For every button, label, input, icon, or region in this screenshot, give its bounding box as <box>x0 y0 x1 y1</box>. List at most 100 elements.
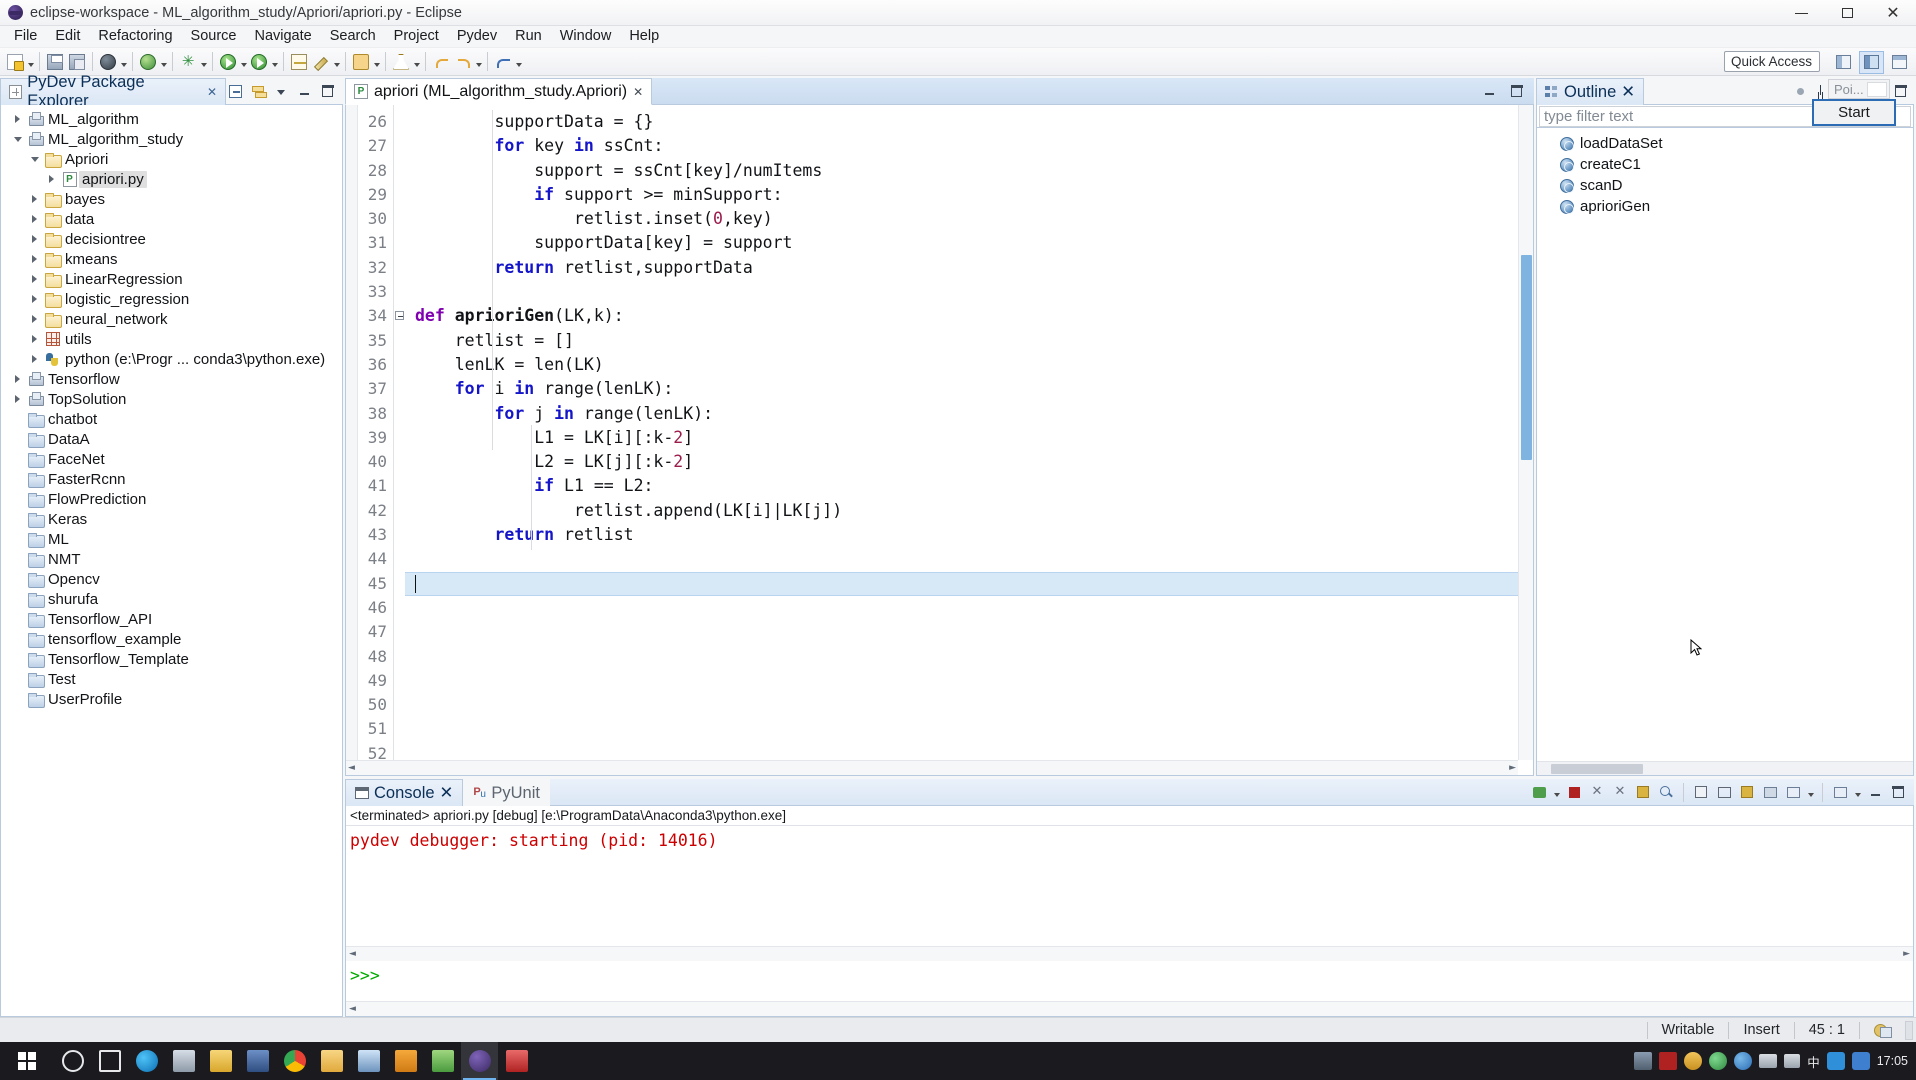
expand-arrow-icon[interactable] <box>9 389 26 409</box>
tree-item-ml_algorithm[interactable]: ML_algorithm <box>1 109 342 129</box>
scroll-left-icon[interactable]: ◄ <box>349 1004 356 1014</box>
close-icon[interactable]: ✕ <box>440 783 454 803</box>
expand-arrow-icon[interactable] <box>26 209 43 229</box>
run-button[interactable] <box>217 51 239 73</box>
run-external-button[interactable] <box>248 51 270 73</box>
find-console-button[interactable] <box>1656 782 1676 802</box>
code-text-area[interactable]: supportData = {} for key in ssCnt: suppo… <box>405 105 1533 775</box>
expand-arrow-icon[interactable] <box>26 289 43 309</box>
tree-item-bayes[interactable]: bayes <box>1 189 342 209</box>
editor-minimize-button[interactable] <box>1480 82 1499 101</box>
tree-item-python-e-progr-conda3-python-exe[interactable]: python (e:\Progr ... conda3\python.exe) <box>1 349 342 369</box>
tree-item-decisiontree[interactable]: decisiontree <box>1 229 342 249</box>
console-play-button[interactable] <box>1529 782 1549 802</box>
console-scroll-bottom[interactable]: ◄ <box>346 1001 1913 1016</box>
editor-canvas[interactable]: 26 27 28 29 30 31 32 33 34 35 36 37 38 39 40 41 42 43 44 45… <box>345 105 1534 776</box>
code-folding-ruler[interactable] <box>394 105 405 775</box>
source-code[interactable]: supportData = {} for key in ssCnt: suppo… <box>405 110 1533 766</box>
link-with-editor-button[interactable] <box>249 82 268 101</box>
undo-dropdown[interactable] <box>514 51 523 73</box>
ime-indicator[interactable]: 中 <box>1807 1052 1820 1071</box>
editor-annotation-gutter[interactable] <box>346 105 358 775</box>
taskbar-explorer[interactable] <box>313 1042 350 1080</box>
explorer-tree[interactable]: ML_algorithm ML_algorithm_study Apriori apr… <box>0 105 343 1017</box>
run-pyunit-button[interactable] <box>390 51 412 73</box>
outline-maximize-button[interactable] <box>1891 82 1910 101</box>
filter-toggle-button[interactable] <box>1791 82 1810 101</box>
expand-arrow-icon[interactable] <box>26 309 43 329</box>
expand-arrow-icon[interactable] <box>9 369 26 389</box>
new-console-dropdown[interactable] <box>1853 781 1862 803</box>
pydev-package-dropdown[interactable] <box>199 51 208 73</box>
close-icon[interactable]: ✕ <box>1621 82 1635 102</box>
taskbar-chrome[interactable] <box>276 1042 313 1080</box>
tray-icon[interactable] <box>1734 1052 1753 1070</box>
remove-all-button[interactable]: ✕ <box>1610 782 1630 802</box>
save-all-button[interactable] <box>66 51 88 73</box>
console-output-panel[interactable]: <terminated> apriori.py [debug] [e:\Prog… <box>345 806 1914 1017</box>
taskbar-app-5[interactable] <box>424 1042 461 1080</box>
code-analysis-dropdown[interactable] <box>332 51 341 73</box>
undo-button[interactable] <box>492 51 514 73</box>
tree-item-tensorflow_template[interactable]: Tensorflow_Template <box>1 649 342 669</box>
tree-item-tensorflow[interactable]: Tensorflow <box>1 369 342 389</box>
explorer-minimize-button[interactable] <box>295 82 314 101</box>
taskbar-app-1[interactable] <box>165 1042 202 1080</box>
open-console-button[interactable] <box>1783 782 1803 802</box>
tree-item-kmeans[interactable]: kmeans <box>1 249 342 269</box>
scrollbar-thumb[interactable] <box>1551 764 1643 774</box>
collapse-arrow-icon[interactable] <box>9 129 26 149</box>
close-icon[interactable]: ✕ <box>207 85 217 99</box>
expand-arrow-icon[interactable] <box>26 269 43 289</box>
menu-help[interactable]: Help <box>620 26 668 47</box>
expand-arrow-icon[interactable] <box>26 249 43 269</box>
collapse-all-button[interactable] <box>226 82 245 101</box>
forward-button[interactable] <box>452 51 474 73</box>
tray-icon[interactable] <box>1634 1052 1653 1070</box>
new-console-view-button[interactable] <box>1830 782 1850 802</box>
outline-item-createc1[interactable]: createC1 <box>1537 154 1913 175</box>
tray-icon[interactable] <box>1684 1052 1703 1070</box>
network-icon[interactable] <box>1759 1054 1778 1068</box>
run-pyunit-dropdown[interactable] <box>412 51 421 73</box>
taskbar-app-6[interactable] <box>498 1042 535 1080</box>
coverage-button[interactable] <box>288 51 310 73</box>
tree-item-apriori[interactable]: Apriori <box>1 149 342 169</box>
remove-launch-button[interactable]: ✕ <box>1587 782 1607 802</box>
save-button[interactable] <box>44 51 66 73</box>
display-selected-console-button[interactable] <box>1760 782 1780 802</box>
perspective-debug-button[interactable] <box>1887 51 1912 74</box>
editor-maximize-button[interactable] <box>1507 82 1526 101</box>
new-wizard-button[interactable] <box>4 51 26 73</box>
scroll-left-icon[interactable]: ◄ <box>348 763 355 773</box>
tree-item-utils[interactable]: utils <box>1 329 342 349</box>
terminate-button[interactable] <box>1564 782 1584 802</box>
nav-dropdown[interactable] <box>474 51 483 73</box>
tree-item-topsolution[interactable]: TopSolution <box>1 389 342 409</box>
debug-button[interactable] <box>97 51 119 73</box>
code-analysis-button[interactable] <box>310 51 332 73</box>
menu-window[interactable]: Window <box>551 26 621 47</box>
taskbar-app-3[interactable] <box>350 1042 387 1080</box>
tab-pydev-package-explorer[interactable]: PyDev Package Explorer ✕ <box>0 73 226 110</box>
tree-item-shurufa[interactable]: shurufa <box>1 589 342 609</box>
console-play-dropdown[interactable] <box>1552 781 1561 803</box>
close-button[interactable]: ✕ <box>1870 0 1916 26</box>
perspective-java-button[interactable] <box>1831 51 1856 74</box>
fold-collapse-icon[interactable] <box>395 311 404 321</box>
expand-arrow-icon[interactable] <box>26 189 43 209</box>
console-maximize-button[interactable] <box>1888 782 1908 802</box>
pydev-package-button[interactable]: ✳ <box>177 51 199 73</box>
tree-item-test[interactable]: Test <box>1 669 342 689</box>
console-prompt-area[interactable]: >>> <box>346 961 1913 1001</box>
expand-arrow-icon[interactable] <box>43 169 60 189</box>
tree-item-linearregression[interactable]: LinearRegression <box>1 269 342 289</box>
perspective-pydev-button[interactable] <box>1859 50 1884 74</box>
taskbar-eclipse[interactable] <box>461 1042 498 1080</box>
external-tools-dropdown[interactable] <box>159 51 168 73</box>
run-external-dropdown[interactable] <box>270 51 279 73</box>
outline-horizontal-scrollbar[interactable] <box>1537 761 1913 775</box>
taskbar-mail[interactable] <box>202 1042 239 1080</box>
pin-console-button[interactable] <box>1737 782 1757 802</box>
expand-arrow-icon[interactable] <box>26 349 43 369</box>
